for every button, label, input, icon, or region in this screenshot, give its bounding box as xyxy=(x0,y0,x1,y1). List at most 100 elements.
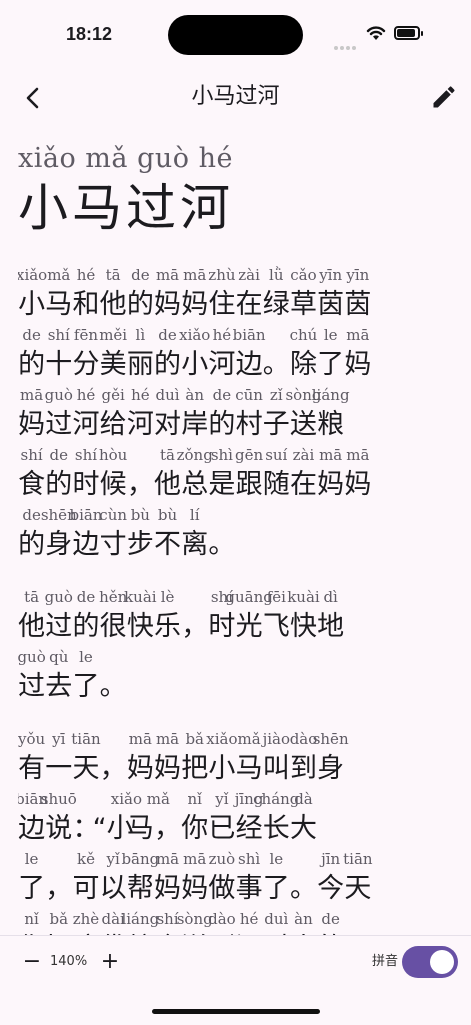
story-paragraph: tā 他 guò 过 de 的 hěn 很 kuài 快 lè 乐， shí 时 guāng 光 fēi 飞 kuà… xyxy=(18,588,458,708)
hanzi-character: 妈 xyxy=(154,753,182,784)
hanzi-character: ， xyxy=(45,873,73,904)
hanzi-character: 地 xyxy=(317,611,345,642)
hanzi-character: 粮 xyxy=(127,928,154,935)
hanzi-character: 对 xyxy=(263,928,290,935)
pinyin-annotation: bǎ xyxy=(49,910,69,928)
hanzi-character: 把 xyxy=(181,753,209,784)
hanzi-character: 乐 xyxy=(154,611,182,642)
pinyin-annotation: tā xyxy=(105,266,121,284)
hanzi-character: 马 xyxy=(235,753,263,784)
pinyin-annotation: gěi xyxy=(101,386,125,404)
story-title-hanzi: 小马过河 xyxy=(18,179,234,237)
character-cell: mā 妈 xyxy=(18,386,45,446)
character-cell: lǜ 绿 xyxy=(263,266,290,326)
pinyin-annotation: de xyxy=(131,266,150,284)
hanzi-character: 你 xyxy=(181,813,209,844)
character-cell: hé 河 xyxy=(72,386,99,446)
pinyin-annotation: dì xyxy=(323,588,338,606)
character-cell: hòu 候 xyxy=(98,446,128,506)
pinyin-annotation: mā xyxy=(346,446,370,464)
zoom-level: 140% xyxy=(50,954,88,969)
story-paragraph: yǒu 有 yī 一 tiān 天， mā 妈 mā 妈 bǎ 把 xiǎo 小 mǎ 马 jiào 叫 dào 到 s… xyxy=(18,730,458,935)
pinyin-annotation: le xyxy=(79,648,93,666)
pencil-icon[interactable] xyxy=(430,83,458,111)
hanzi-character: 到 xyxy=(289,753,317,784)
hanzi-character: 了 xyxy=(18,873,46,904)
pinyin-annotation: lǜ xyxy=(269,266,284,284)
character-cell: de的 xyxy=(18,326,45,386)
character-cell: suí 随 xyxy=(263,446,290,506)
character-cell: xiǎo mǎ 马 xyxy=(111,790,170,850)
pinyin-annotation: le xyxy=(24,850,39,868)
hanzi-character: 河 xyxy=(236,928,263,935)
hanzi-character: 光 xyxy=(235,611,263,642)
zoom-out-button[interactable]: − xyxy=(20,948,44,976)
character-cell: fēn 分 xyxy=(72,326,99,386)
hanzi-character: ， xyxy=(99,753,127,784)
character-cell: dì 地 xyxy=(317,588,344,648)
character-cell: mā 妈 xyxy=(344,326,371,386)
hanzi-character: 叫 xyxy=(262,753,290,784)
pinyin-annotation: fēi xyxy=(266,588,286,606)
hanzi-character: 小 xyxy=(208,753,236,784)
character-cell: 。 xyxy=(100,648,127,708)
pinyin-annotation: mā xyxy=(183,850,207,868)
character-cell: cūn 村 xyxy=(235,386,263,446)
hanzi-character: 快 xyxy=(289,611,317,642)
character-cell: shí 时 xyxy=(72,446,99,506)
character-cell: duì 对 xyxy=(154,386,181,446)
character-cell: le 了 xyxy=(72,648,99,708)
hanzi-character: 快 xyxy=(126,611,154,642)
pinyin-annotation: hòu xyxy=(98,446,128,464)
hanzi-character: 十 xyxy=(45,349,73,380)
pinyin-annotation: le xyxy=(269,850,284,868)
hanzi-character: 马 xyxy=(45,289,73,320)
character-cell: hé 河 xyxy=(127,386,154,446)
hanzi-character: 草 xyxy=(289,289,317,320)
hanzi-character: 的 xyxy=(18,349,46,380)
character-cell: 。 xyxy=(290,850,317,910)
hanzi-character: ， xyxy=(181,611,209,642)
app-bar: 小马过河 xyxy=(0,70,471,126)
story-line: le 了， kě 可 yǐ 以 bāng 帮 mā 妈 mā 妈 zuò 做 shì 事 le 了。 jīn 今 tiā… xyxy=(18,850,458,910)
hanzi-character: 丽 xyxy=(126,349,154,380)
pinyin-toggle-label: 拼音 xyxy=(372,954,399,969)
pinyin-annotation: tā xyxy=(160,446,176,464)
character-cell: bāng 帮 xyxy=(121,850,159,910)
zoom-in-button[interactable]: + xyxy=(98,948,122,976)
hanzi-character: 做 xyxy=(208,873,236,904)
pinyin-annotation: shì xyxy=(238,850,261,868)
hanzi-character: 身 xyxy=(317,753,345,784)
hanzi-character: 过 xyxy=(45,611,73,642)
hanzi-character: 分 xyxy=(72,349,100,380)
hanzi-character: 在 xyxy=(289,469,317,500)
hanzi-character: 边 xyxy=(235,349,263,380)
character-cell: àn岸 xyxy=(290,910,317,935)
hanzi-character: 的 xyxy=(126,289,154,320)
character-cell: de 的 xyxy=(127,266,154,326)
character-cell: cǎo 草 xyxy=(290,266,317,326)
pinyin-annotation: liáng xyxy=(311,386,350,404)
character-cell: shì 事 xyxy=(236,850,263,910)
hanzi-character: ， xyxy=(126,469,154,500)
hanzi-character: 小 xyxy=(18,289,46,320)
hanzi-character: 的 xyxy=(208,409,236,440)
character-cell: de的 xyxy=(317,910,344,935)
pinyin-annotation: mā xyxy=(319,446,343,464)
pinyin-annotation: zhè xyxy=(72,910,100,928)
story-paragraph: xiǎo 小 mǎ 马 hé 和 tā 他 de 的 mā 妈 mā 妈 zhù 住 zài 在 lǜ 绿 cǎo 草 yī… xyxy=(18,266,458,566)
character-cell: gēn 跟 xyxy=(235,446,263,506)
pinyin-toggle[interactable] xyxy=(402,946,458,978)
hanzi-character: 把 xyxy=(45,928,72,935)
character-cell: de的 xyxy=(72,588,99,648)
pinyin-annotation: shēn xyxy=(312,730,349,748)
pinyin-annotation: lè xyxy=(160,588,175,606)
pinyin-annotation: shí xyxy=(20,446,43,464)
hanzi-character: 了 xyxy=(262,873,290,904)
hanzi-character: 去 xyxy=(45,671,73,702)
hanzi-character: 说 xyxy=(45,813,73,844)
story-line: de 的 shí 十 fēn 分 měi 美 lì 丽 de 的 xiǎo 小 hé 河 biān 边。 chú 除 l… xyxy=(18,326,458,386)
character-cell: gěi 给 xyxy=(100,386,127,446)
hanzi-character: 。 xyxy=(289,873,317,904)
character-cell: bù 步 xyxy=(127,506,154,566)
